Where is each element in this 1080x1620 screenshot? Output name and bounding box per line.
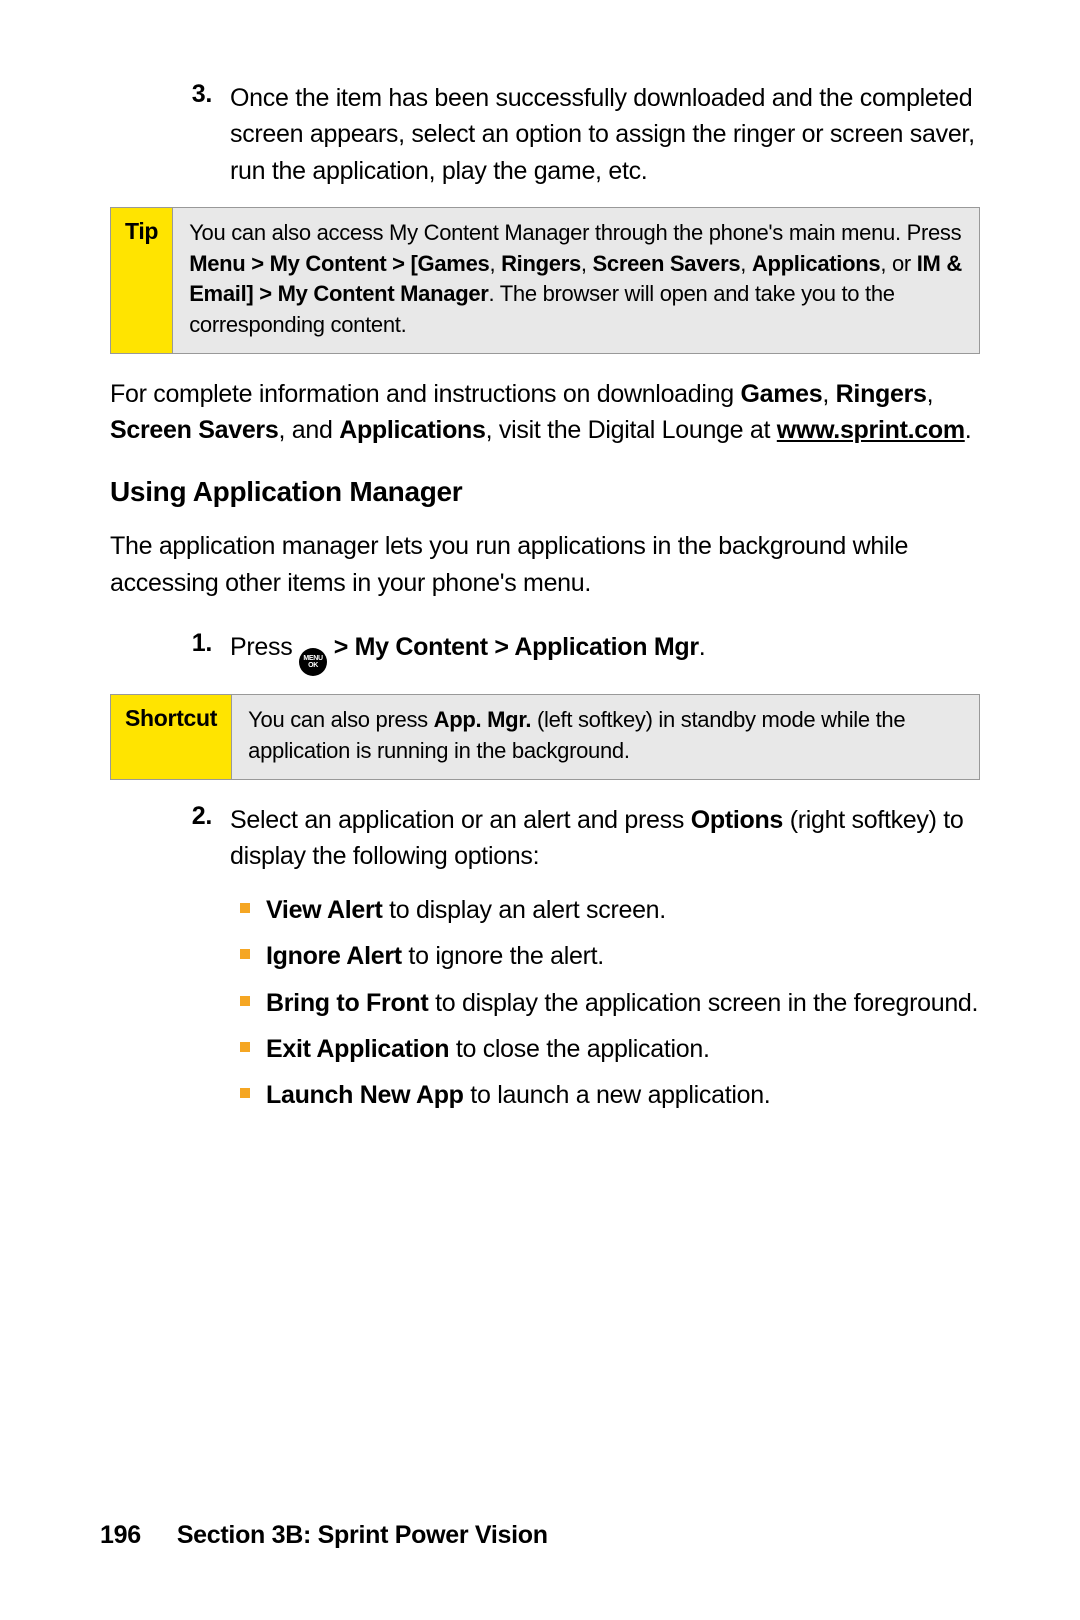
step-text: Press MENUOK > My Content > Application … <box>230 629 980 676</box>
list-item: Exit Application to close the applicatio… <box>240 1031 980 1067</box>
tip-callout: Tip You can also access My Content Manag… <box>110 207 980 354</box>
menu-ok-icon: MENUOK <box>299 648 327 676</box>
sprint-link[interactable]: www.sprint.com <box>777 416 965 444</box>
info-paragraph: For complete information and instruction… <box>110 376 980 449</box>
section-label: Section 3B: Sprint Power Vision <box>177 1521 548 1549</box>
shortcut-label: Shortcut <box>111 695 232 779</box>
options-list: View Alert to display an alert screen. I… <box>240 892 980 1113</box>
list-item: View Alert to display an alert screen. <box>240 892 980 928</box>
bullet-icon <box>240 1042 250 1052</box>
intro-paragraph: The application manager lets you run app… <box>110 528 980 601</box>
bullet-icon <box>240 903 250 913</box>
tip-label: Tip <box>111 208 173 353</box>
shortcut-body: You can also press App. Mgr. (left softk… <box>232 695 979 779</box>
step-1: 1. Press MENUOK > My Content > Applicati… <box>170 629 980 676</box>
section-heading: Using Application Manager <box>110 476 980 508</box>
bullet-icon <box>240 1088 250 1098</box>
bullet-icon <box>240 996 250 1006</box>
step-number: 3. <box>170 80 230 189</box>
page-number: 196 <box>100 1521 141 1549</box>
shortcut-callout: Shortcut You can also press App. Mgr. (l… <box>110 694 980 780</box>
list-item: Ignore Alert to ignore the alert. <box>240 938 980 974</box>
step-2: 2. Select an application or an alert and… <box>170 802 980 875</box>
page-footer: 196 Section 3B: Sprint Power Vision <box>100 1521 548 1550</box>
step-number: 2. <box>170 802 230 875</box>
step-number: 1. <box>170 629 230 676</box>
tip-body: You can also access My Content Manager t… <box>173 208 979 353</box>
step-text: Select an application or an alert and pr… <box>230 802 980 875</box>
bullet-icon <box>240 949 250 959</box>
list-item: Launch New App to launch a new applicati… <box>240 1077 980 1113</box>
tip-bold: Menu > My Content > [Games <box>189 251 489 276</box>
step-3: 3. Once the item has been successfully d… <box>170 80 980 189</box>
step-text: Once the item has been successfully down… <box>230 80 980 189</box>
list-item: Bring to Front to display the applicatio… <box>240 985 980 1021</box>
tip-text: You can also access My Content Manager t… <box>189 220 961 245</box>
